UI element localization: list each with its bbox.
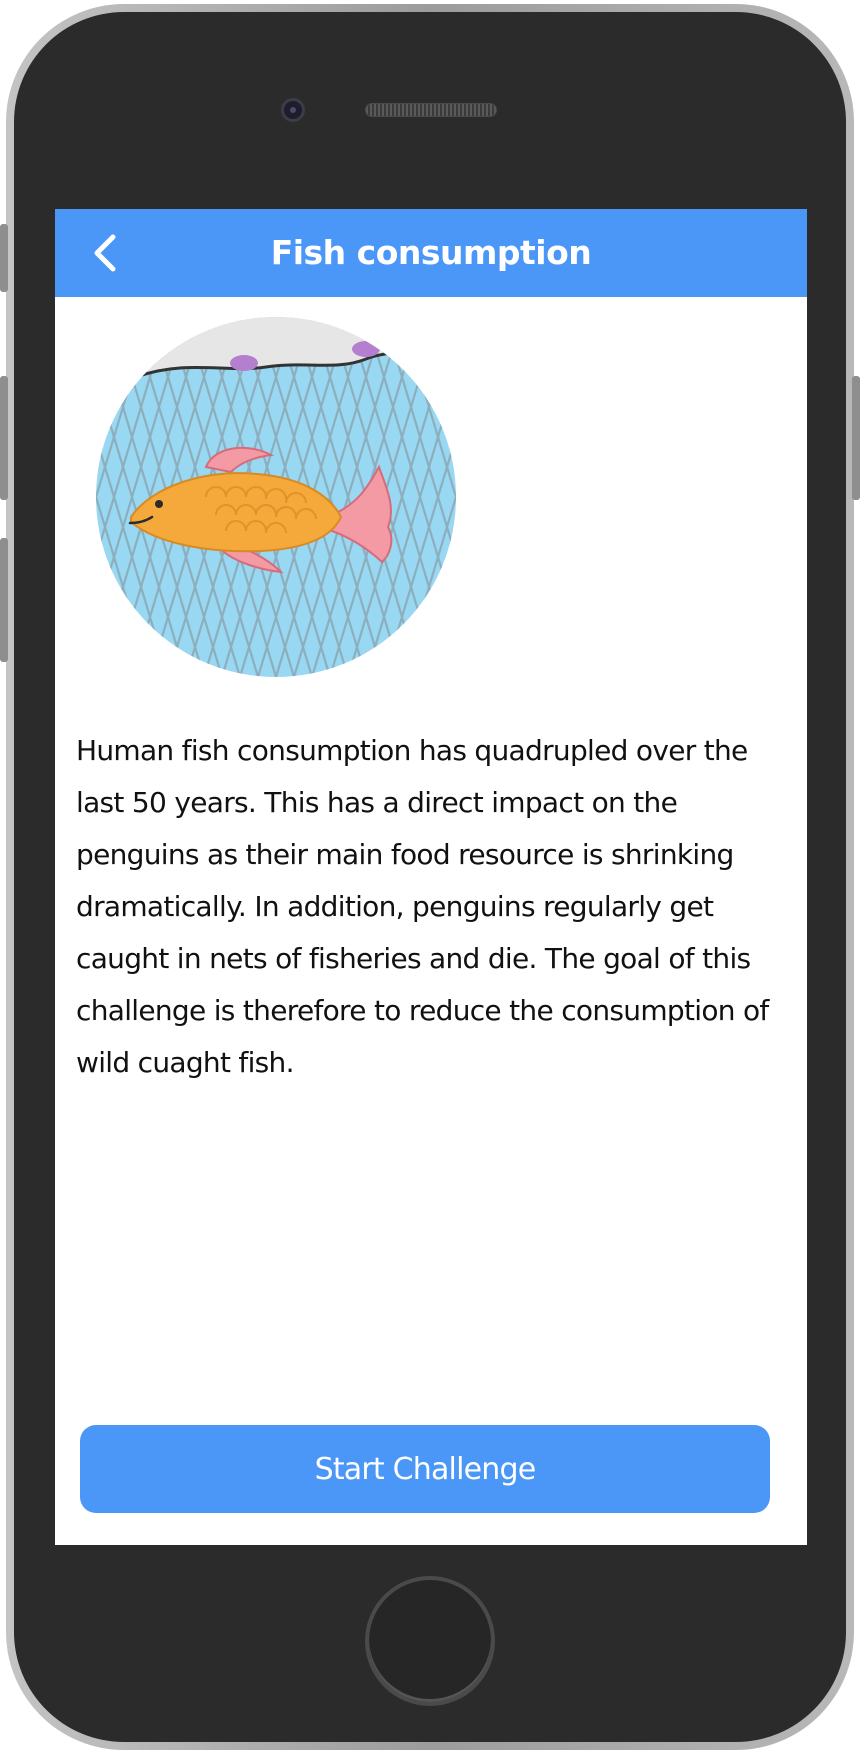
- home-button[interactable]: [365, 1576, 495, 1706]
- back-button[interactable]: [81, 229, 129, 277]
- app-screen: Fish consumption Human fish consumption …: [55, 209, 807, 1545]
- chevron-left-icon: [94, 234, 116, 272]
- volume-up-button: [0, 376, 8, 500]
- volume-down-button: [0, 538, 8, 662]
- earpiece-speaker: [365, 103, 497, 117]
- mute-switch: [0, 224, 8, 292]
- challenge-description: Human fish consumption has quadrupled ov…: [76, 734, 769, 1079]
- navigation-bar: Fish consumption: [55, 209, 807, 297]
- power-button: [852, 376, 860, 500]
- page-title: Fish consumption: [270, 233, 592, 272]
- fish-in-net-illustration: [96, 317, 456, 677]
- front-camera: [281, 98, 305, 122]
- start-challenge-button[interactable]: Start Challenge: [80, 1425, 770, 1513]
